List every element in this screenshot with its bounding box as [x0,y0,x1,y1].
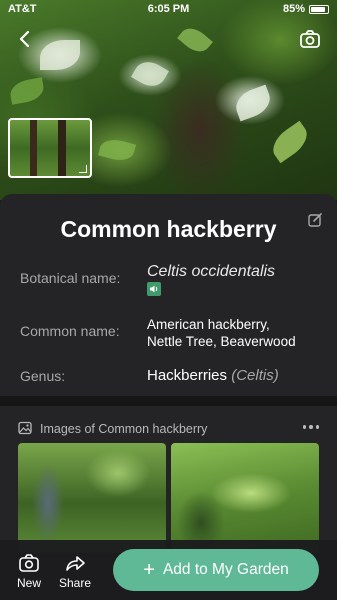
genus-text: Hackberries [147,367,228,384]
plant-name-title: Common hackberry [60,216,277,242]
plant-image-2[interactable] [171,443,319,553]
share-button[interactable]: Share [55,553,95,590]
botanical-name-label: Botanical name: [20,270,121,286]
status-bar: AT&T 6:05 PM 85% [0,0,337,18]
images-section-title: Images of Common hackberry [40,422,208,436]
add-to-garden-label: Add to My Garden [162,561,289,578]
share-label: Share [58,576,92,590]
expand-icon [79,165,87,173]
genus-value: Hackberries (Celtis) [147,367,279,384]
more-icon[interactable] [302,425,319,429]
common-name-line1: American hackberry, [147,317,270,332]
new-label: New [16,576,41,590]
common-name-label: Common name: [20,323,120,339]
common-name-value: American hackberry, Nettle Tree, Beaverw… [147,316,296,350]
image-icon [18,421,32,435]
botanical-name-value: Celtis occidentalis [147,263,275,297]
camera-icon [19,554,39,572]
new-button[interactable]: New [9,553,49,590]
genus-latin: (Celtis) [231,367,279,384]
add-to-garden-button[interactable]: + Add to My Garden [113,549,319,591]
common-name-line2: Nettle Tree, Beaverwood [147,334,296,349]
section-divider [0,396,337,406]
plus-icon: + [143,559,155,581]
battery-icon [309,4,329,14]
user-photo-thumbnail[interactable] [8,118,92,178]
back-chevron-icon[interactable] [14,28,36,50]
camera-icon[interactable] [299,28,321,50]
botanical-name-text: Celtis occidentalis [147,263,276,280]
share-icon [66,556,85,571]
plant-image-1[interactable] [18,443,166,553]
genus-label: Genus: [20,368,66,384]
speaker-icon[interactable] [147,282,161,297]
battery-percent: 85% [282,3,305,15]
